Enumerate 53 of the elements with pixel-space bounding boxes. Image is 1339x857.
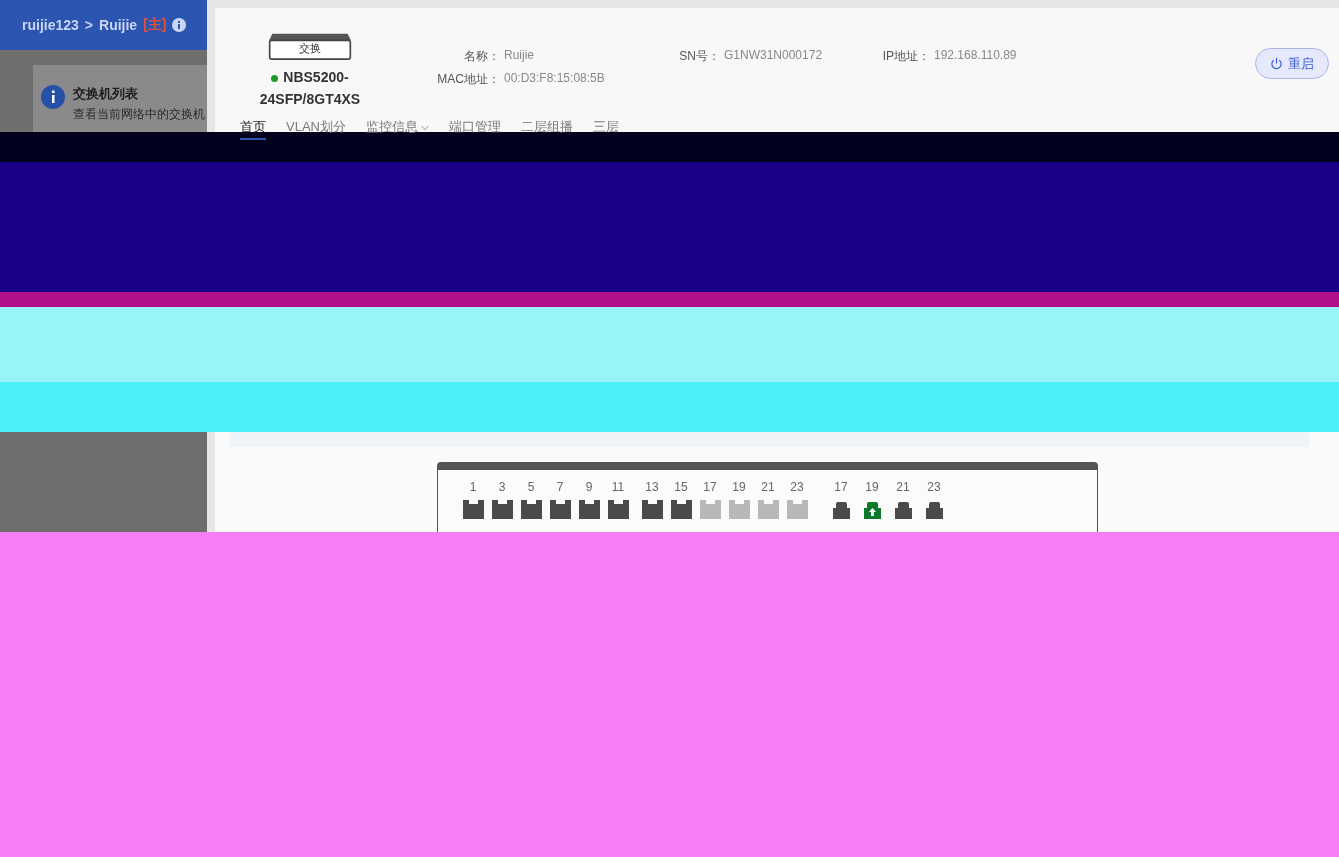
port-number: 13 <box>645 480 659 494</box>
field-value: 00:D3:F8:15:08:5B <box>503 71 606 87</box>
power-icon <box>1270 57 1283 70</box>
sfp-port-icon[interactable] <box>670 500 692 519</box>
sfp-port-icon[interactable] <box>607 500 629 519</box>
port-number: 9 <box>585 480 593 494</box>
port-number: 3 <box>498 480 506 494</box>
ethernet-port-icon[interactable] <box>923 500 945 519</box>
device-model: NBS5200-24SFP/8GT4XS <box>258 68 362 109</box>
port-number: 5 <box>527 480 535 494</box>
sfp-port-icon[interactable] <box>520 500 542 519</box>
sfp-port-icon[interactable] <box>549 500 571 519</box>
tab[interactable]: 三层 <box>592 116 619 140</box>
port-number: 19 <box>732 480 746 494</box>
info-icon <box>41 85 65 109</box>
port-number: 23 <box>927 480 941 494</box>
notice-text: 查看当前网络中的交换机 <box>73 106 205 123</box>
port-number: 21 <box>896 480 910 494</box>
ethernet-port-icon[interactable] <box>830 500 852 519</box>
device-name[interactable]: Ruijie <box>99 17 138 33</box>
port-number: 7 <box>556 480 564 494</box>
port-number: 21 <box>761 480 775 494</box>
field-value: G1NW31N000172 <box>723 48 824 64</box>
tab[interactable]: VLAN划分 <box>286 116 346 140</box>
role-tag: [主] <box>143 16 167 34</box>
account-name[interactable]: ruijie123 <box>22 17 79 33</box>
port-number: 15 <box>674 480 688 494</box>
field-label: IP地址： <box>881 48 930 65</box>
port-number: 11 <box>611 480 625 494</box>
sfp-port-icon[interactable] <box>578 500 600 519</box>
tab[interactable]: 二层组播 <box>520 116 573 140</box>
tab[interactable]: 监控信息 <box>365 116 429 140</box>
ethernet-port-icon[interactable] <box>861 500 883 519</box>
port-number: 1 <box>469 480 477 494</box>
port-number: 17 <box>834 480 848 494</box>
restart-button[interactable]: 重启 <box>1255 48 1329 79</box>
notice-title: 交换机列表 <box>73 85 139 103</box>
port-number: 17 <box>703 480 717 494</box>
caret-icon <box>420 125 429 131</box>
port-number: 19 <box>865 480 879 494</box>
breadcrumb-separator: > <box>84 17 93 33</box>
info-icon[interactable] <box>172 18 187 32</box>
tab[interactable]: 端口管理 <box>448 116 501 140</box>
field-label: SN号： <box>678 48 720 65</box>
ethernet-port-icon[interactable] <box>892 500 914 519</box>
field-value: Ruijie <box>503 48 535 64</box>
field-label: MAC地址： <box>436 71 500 88</box>
field-value: 192.168.110.89 <box>933 48 1018 64</box>
field-label: 名称： <box>463 48 500 65</box>
port-number: 23 <box>790 480 804 494</box>
sfp-port-icon[interactable] <box>462 500 484 519</box>
sfp-port-icon[interactable] <box>641 500 663 519</box>
sfp-port-icon[interactable] <box>491 500 513 519</box>
